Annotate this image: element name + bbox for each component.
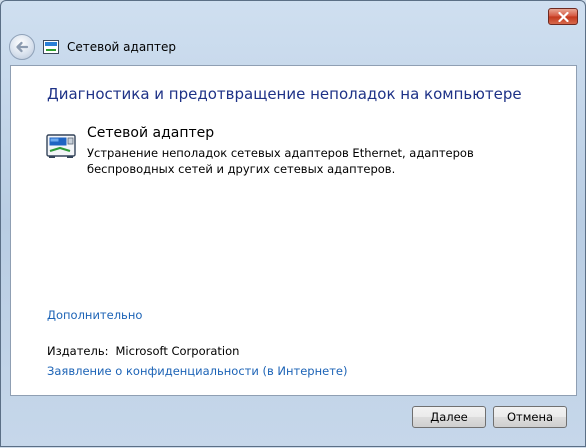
window-title: Сетевой адаптер — [67, 40, 177, 54]
publisher-label: Издатель: — [47, 344, 109, 358]
dialog-window: Сетевой адаптер Диагностика и предотвращ… — [0, 0, 586, 447]
network-adapter-small-icon — [43, 40, 59, 54]
page-heading: Диагностика и предотвращение неполадок н… — [47, 85, 522, 103]
troubleshooter-description: Устранение неполадок сетевых адаптеров E… — [87, 146, 474, 176]
publisher-info: Издатель: Microsoft Corporation — [47, 344, 239, 358]
next-button[interactable]: Далее — [412, 406, 486, 428]
privacy-statement-link[interactable]: Заявление о конфиденциальности (в Интерн… — [47, 364, 347, 378]
network-adapter-icon — [46, 134, 76, 158]
navigation-bar: Сетевой адаптер — [1, 29, 586, 65]
back-arrow-icon — [16, 41, 29, 53]
button-bar: Далее Отмена — [1, 396, 586, 448]
cancel-button[interactable]: Отмена — [493, 406, 567, 428]
advanced-link[interactable]: Дополнительно — [47, 308, 142, 322]
publisher-value: Microsoft Corporation — [115, 344, 240, 358]
troubleshooter-title: Сетевой адаптер — [87, 125, 215, 141]
back-button[interactable] — [9, 34, 35, 60]
close-button[interactable] — [548, 8, 578, 25]
close-icon — [557, 11, 569, 22]
